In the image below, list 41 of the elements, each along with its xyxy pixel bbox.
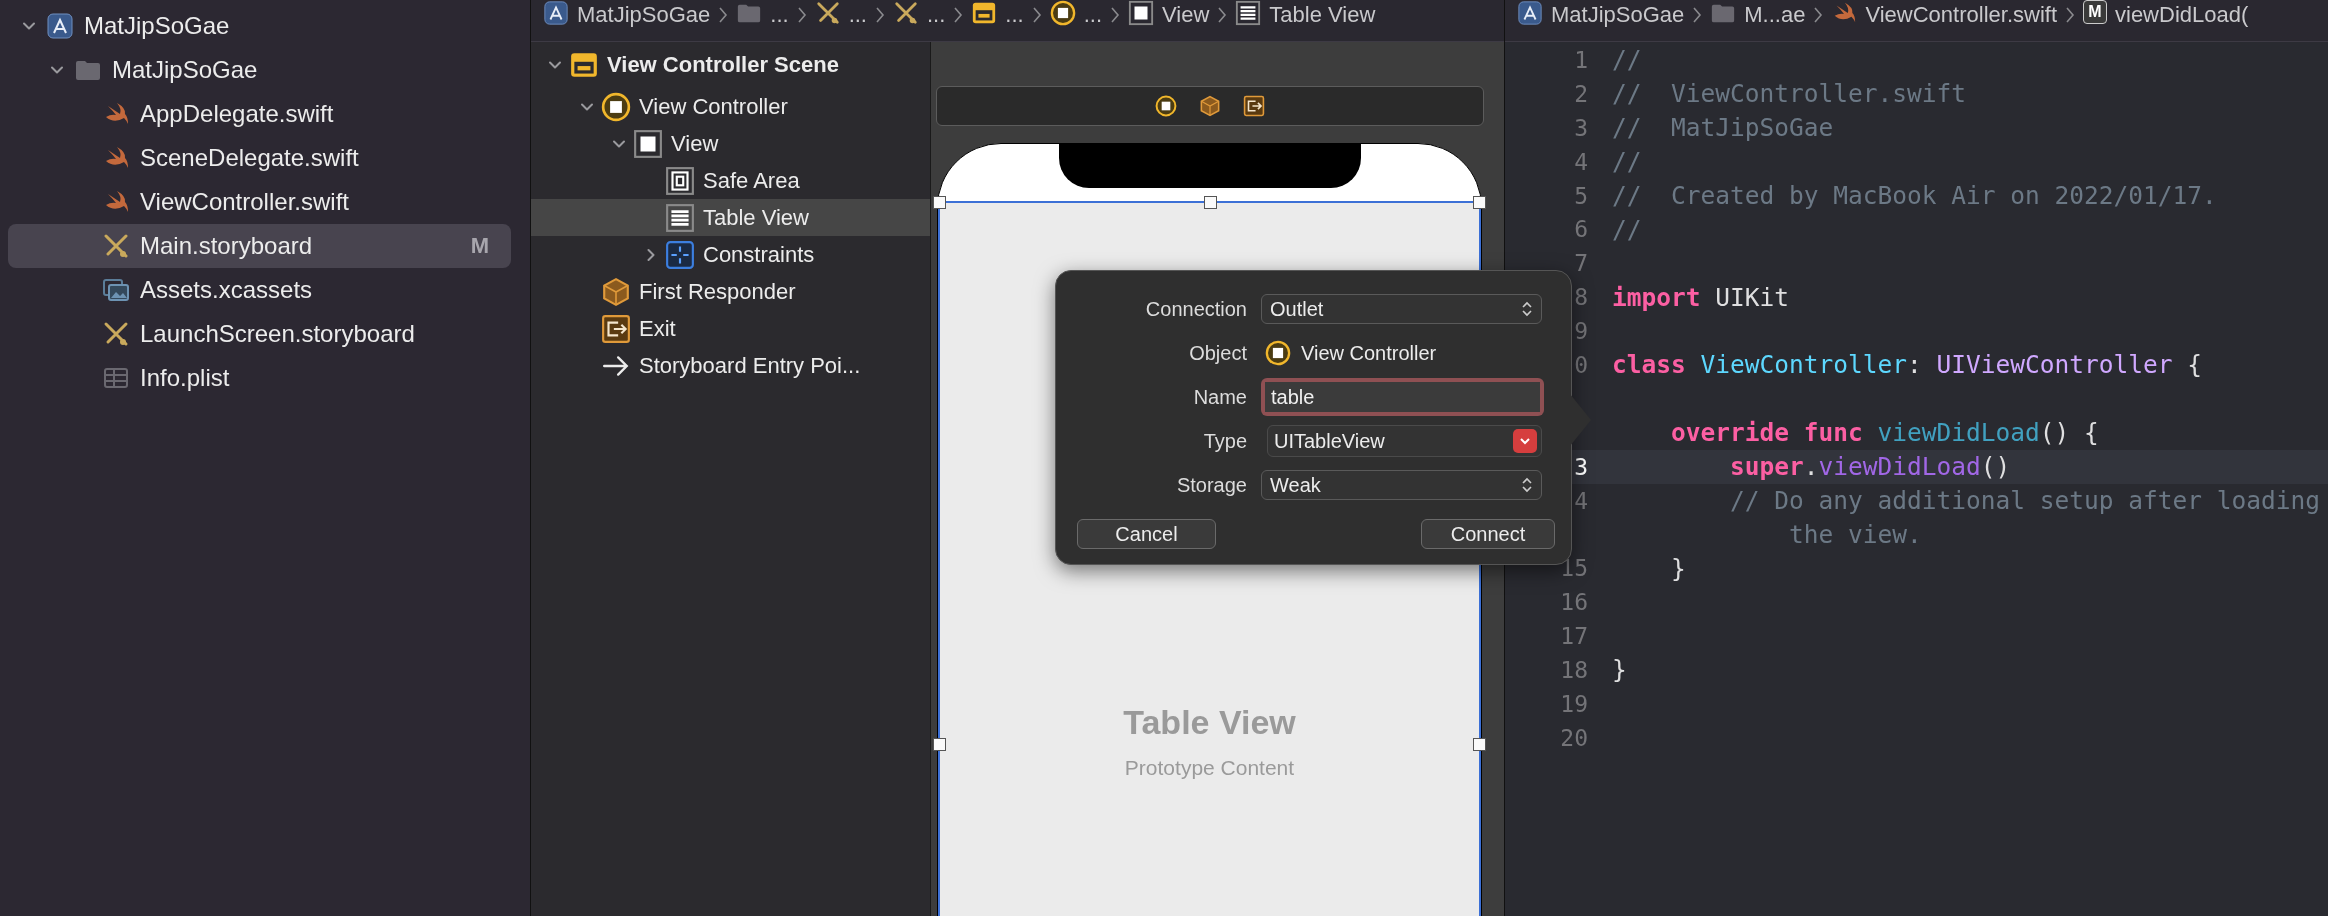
code-line: } [1670, 553, 1686, 583]
line-number: 9 [1574, 318, 1588, 345]
line-number: 8 [1574, 284, 1588, 311]
code-line: class ViewController: UIViewController { [1612, 350, 2203, 380]
line-number: 2 [1574, 80, 1588, 107]
status-label: M [470, 233, 489, 259]
line-number: 16 [1560, 589, 1588, 616]
line-number: 0 [1574, 351, 1588, 378]
field-label: Object [1188, 341, 1248, 365]
code-line: import UIKit [1612, 282, 1790, 312]
code-line: // [1612, 214, 1642, 244]
line-number: 3 [1574, 114, 1588, 141]
code-line: // Do any additional setup after loading [1729, 486, 2320, 515]
line-number: 17 [1560, 623, 1588, 650]
code-line: } [1612, 655, 1627, 685]
code-line: // Created by MacBook Air on 2022/01/17. [1612, 181, 2217, 210]
line-number: 6 [1574, 216, 1588, 243]
code-line: // [1612, 147, 1642, 177]
field-label: Type [1202, 429, 1248, 453]
code-line: super.viewDidLoad() [1729, 452, 2011, 482]
code-line: // MatJipSoGae [1612, 113, 1834, 143]
line-number: 4 [1574, 148, 1588, 175]
code-line: // ViewController.swift [1612, 79, 1966, 109]
line-number: 7 [1574, 250, 1588, 277]
line-number: 1 [1574, 46, 1588, 73]
line-number: 18 [1560, 656, 1588, 683]
line-number: 5 [1574, 182, 1588, 209]
code-line: override func viewDidLoad() { [1670, 418, 2099, 448]
field-label: Connection [1144, 297, 1248, 321]
method-icon: M [2083, 0, 2107, 24]
line-number: 3 [1574, 453, 1588, 480]
table-view-title: Table View [1123, 703, 1296, 742]
line-number: 20 [1560, 724, 1588, 751]
table-view-subtitle: Prototype Content [1124, 756, 1295, 780]
object-value: View Controller [1301, 341, 1437, 365]
field-label: Storage [1175, 473, 1248, 497]
code-line: // [1612, 45, 1642, 75]
code-line: the view. [1788, 519, 1922, 549]
field-label: Name [1192, 385, 1248, 409]
line-number: 19 [1560, 690, 1588, 717]
line-number: 4 [1574, 487, 1588, 514]
